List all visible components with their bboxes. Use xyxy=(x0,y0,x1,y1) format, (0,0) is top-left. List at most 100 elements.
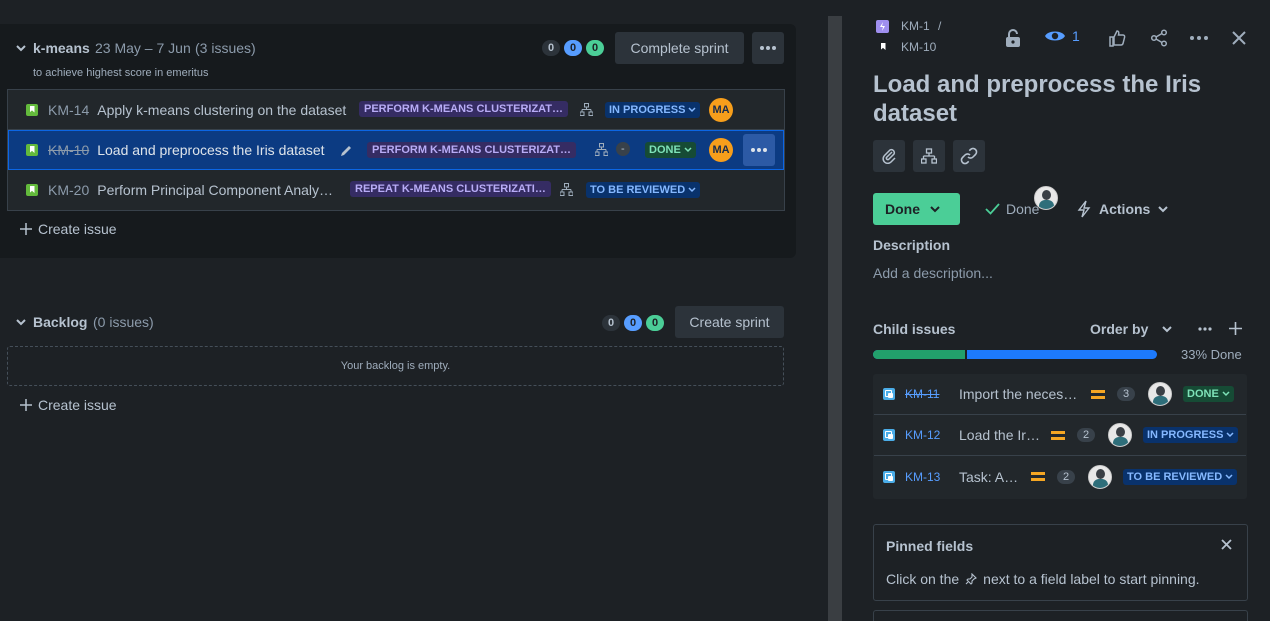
avatar[interactable] xyxy=(1108,423,1132,447)
child-status-dropdown[interactable]: DONE xyxy=(1183,386,1234,402)
sprint-more-button[interactable] xyxy=(752,32,784,64)
close-detail-button[interactable] xyxy=(1223,22,1255,54)
child-issue-key[interactable]: KM-13 xyxy=(905,470,940,484)
add-child-issue-button[interactable] xyxy=(913,140,945,172)
actions-label: Actions xyxy=(1099,201,1151,217)
done-count: 0 xyxy=(586,40,604,56)
child-issues-more-button[interactable] xyxy=(1198,327,1212,331)
subtask-icon xyxy=(883,470,895,483)
plus-icon xyxy=(1229,322,1242,335)
child-issue-summary[interactable]: Task: A… xyxy=(959,469,1018,485)
child-issue-key[interactable]: KM-11 xyxy=(905,387,939,401)
status-dropdown[interactable]: IN PROGRESS xyxy=(605,102,701,118)
breadcrumb-current[interactable]: KM-10 xyxy=(901,40,936,54)
pinned-fields-close-button[interactable] xyxy=(1221,539,1232,550)
in-progress-count: 0 xyxy=(564,40,582,56)
status-label: TO BE REVIEWED xyxy=(590,184,686,196)
child-issue-row-km-13[interactable]: KM-13 Task: A… 2 TO BE REVIEWED xyxy=(874,456,1246,497)
pinned-fields-heading: Pinned fields xyxy=(886,538,974,554)
child-issues-icon xyxy=(921,148,937,164)
eye-icon xyxy=(1045,31,1065,41)
lightning-icon xyxy=(1077,200,1091,218)
pinned-fields-hint: Click on the next to a field label to st… xyxy=(886,571,1200,587)
more-icon xyxy=(760,46,776,50)
attach-button[interactable] xyxy=(873,140,905,172)
issue-title[interactable]: Load and preprocess the Iris dataset xyxy=(873,70,1223,128)
link-issue-button[interactable] xyxy=(953,140,985,172)
create-issue-backlog[interactable]: Create issue xyxy=(20,397,117,413)
progress-text: 33% Done xyxy=(1181,347,1242,362)
backlog-title[interactable]: Backlog xyxy=(33,314,87,330)
story-points-badge[interactable]: - xyxy=(616,142,630,156)
close-icon xyxy=(1221,539,1232,550)
details-section-collapsed[interactable] xyxy=(873,610,1248,621)
epic-badge[interactable]: PERFORM K-MEANS CLUSTERIZAT… xyxy=(359,101,569,117)
checkmark-icon xyxy=(985,203,1000,215)
panel-resize-handle[interactable] xyxy=(828,16,842,621)
backlog-status-counts: 0 0 0 xyxy=(602,315,664,331)
child-issue-row-km-12[interactable]: KM-12 Load the Ir… 2 IN PROGRESS xyxy=(874,415,1246,456)
resolution-indicator: Done xyxy=(985,201,1039,217)
pinned-fields-panel: Pinned fields Click on the next to a fie… xyxy=(873,524,1248,601)
vote-button[interactable] xyxy=(1101,22,1133,54)
thumbs-up-icon xyxy=(1109,30,1126,47)
more-icon xyxy=(751,148,767,152)
order-by-dropdown[interactable]: Order by xyxy=(1090,321,1173,337)
create-issue-sprint[interactable]: Create issue xyxy=(20,221,117,237)
issue-row-km-14[interactable]: KM-14 Apply k-means clustering on the da… xyxy=(8,90,784,130)
pinned-hint-after: next to a field label to start pinning. xyxy=(983,571,1200,587)
issue-row-km-20[interactable]: KM-20 Perform Principal Component Analy…… xyxy=(8,170,1059,210)
issue-more-button[interactable] xyxy=(743,134,775,166)
child-issues-icon xyxy=(580,103,593,116)
status-dropdown[interactable]: DONE xyxy=(645,142,696,158)
issue-summary[interactable]: Load and preprocess the Iris dataset xyxy=(97,142,324,158)
create-sprint-button[interactable]: Create sprint xyxy=(675,306,784,338)
parent-epic-icon xyxy=(876,20,889,33)
chevron-down-icon xyxy=(1158,205,1169,212)
avatar[interactable]: MA xyxy=(709,138,733,162)
in-progress-count: 0 xyxy=(624,315,642,331)
child-issue-summary[interactable]: Import the neces… xyxy=(959,386,1077,402)
issue-row-km-10[interactable]: KM-10 Load and preprocess the Iris datas… xyxy=(8,130,784,170)
issue-key[interactable]: KM-14 xyxy=(48,102,89,118)
status-dropdown[interactable]: TO BE REVIEWED xyxy=(586,182,701,198)
complete-sprint-button[interactable]: Complete sprint xyxy=(615,32,744,64)
child-status-dropdown[interactable]: IN PROGRESS xyxy=(1143,427,1239,443)
status-label: DONE xyxy=(649,144,681,156)
epic-badge[interactable]: PERFORM K-MEANS CLUSTERIZAT… xyxy=(367,142,577,158)
backlog-issue-count: (0 issues) xyxy=(93,314,154,330)
child-issue-summary[interactable]: Load the Ir… xyxy=(959,427,1040,443)
issue-key[interactable]: KM-10 xyxy=(48,142,89,158)
add-child-issue-plus-button[interactable] xyxy=(1229,322,1242,335)
chevron-down-icon xyxy=(1226,432,1234,438)
actions-button[interactable]: Actions xyxy=(1077,193,1169,225)
avatar[interactable] xyxy=(1088,464,1112,489)
create-issue-label: Create issue xyxy=(38,397,117,413)
watch-button[interactable]: 1 xyxy=(1044,28,1080,44)
close-icon xyxy=(1232,31,1246,45)
sprint-name[interactable]: k-means xyxy=(33,40,90,56)
description-input[interactable]: Add a description... xyxy=(873,265,993,281)
backlog-collapse-chevron-icon[interactable] xyxy=(14,315,28,329)
avatar[interactable]: MA xyxy=(709,98,733,122)
issue-key[interactable]: KM-20 xyxy=(48,182,89,198)
issue-summary[interactable]: Perform Principal Component Analy… xyxy=(97,182,333,198)
status-label: TO BE REVIEWED xyxy=(1127,470,1223,483)
description-heading: Description xyxy=(873,237,951,253)
edit-pencil-icon[interactable] xyxy=(340,144,353,157)
issue-summary[interactable]: Apply k-means clustering on the dataset xyxy=(97,102,346,118)
done-count: 0 xyxy=(646,315,664,331)
child-issue-key[interactable]: KM-12 xyxy=(905,428,940,442)
share-button[interactable] xyxy=(1143,22,1175,54)
epic-badge[interactable]: REPEAT K-MEANS CLUSTERIZATI… xyxy=(350,181,551,197)
breadcrumb-parent[interactable]: KM-1 xyxy=(901,19,930,33)
child-status-dropdown[interactable]: TO BE REVIEWED xyxy=(1123,468,1238,485)
issue-actions-more-button[interactable] xyxy=(1183,22,1215,54)
sprint-collapse-chevron-icon[interactable] xyxy=(14,41,28,55)
avatar[interactable] xyxy=(1148,382,1172,406)
chevron-down-icon xyxy=(1222,391,1230,397)
lock-button[interactable] xyxy=(997,22,1029,54)
child-issue-row-km-11[interactable]: KM-11 Import the neces… 3 DONE xyxy=(874,374,1246,415)
chevron-down-icon xyxy=(688,187,696,193)
status-transition-button[interactable]: Done xyxy=(873,193,960,225)
